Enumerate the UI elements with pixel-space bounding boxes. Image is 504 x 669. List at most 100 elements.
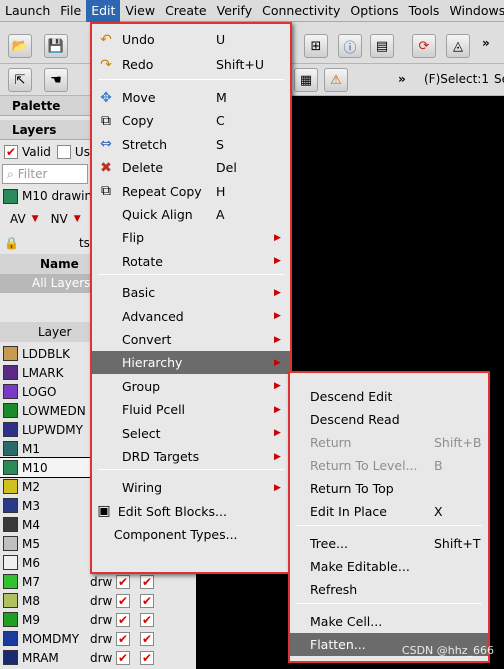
submenu-item-make-editable[interactable]: Make Editable... <box>290 555 488 578</box>
layer-swatch <box>3 555 18 570</box>
submenu-item-return[interactable]: Return Shift+B <box>290 431 488 454</box>
selectable-checkbox[interactable]: ✔ <box>140 612 154 627</box>
visible-checkbox[interactable]: ✔ <box>116 574 130 589</box>
menu-item-stretch[interactable]: ⇔ Stretch S <box>92 133 290 156</box>
submenu-item-return-to-top[interactable]: Return To Top <box>290 477 488 500</box>
toolbar-more-icon[interactable]: » <box>482 36 490 50</box>
menu-item-fluid-pcell[interactable]: Fluid Pcell ▶ <box>92 398 290 421</box>
menu-file[interactable]: File <box>55 0 86 22</box>
menu-item-quick-align[interactable]: Quick Align A <box>92 203 290 226</box>
menu-create[interactable]: Create <box>160 0 212 22</box>
layer-name: LDDBLK <box>22 346 70 361</box>
visible-checkbox[interactable]: ✔ <box>116 612 130 627</box>
layer-row[interactable]: MOMDMY drw ✔ ✔ <box>0 629 196 648</box>
selectable-checkbox[interactable]: ✔ <box>140 574 154 589</box>
lock-icon[interactable]: 🔒 <box>4 236 19 250</box>
nv-label[interactable]: NV <box>51 212 68 226</box>
selectable-checkbox[interactable]: ✔ <box>140 593 154 608</box>
menu-item-flip[interactable]: Flip ▶ <box>92 226 290 249</box>
submenu-item-make-cell[interactable]: Make Cell... <box>290 610 488 633</box>
menu-item-group[interactable]: Group ▶ <box>92 375 290 398</box>
layer-row[interactable]: M7 drw ✔ ✔ <box>0 572 196 591</box>
submenu-item-descend-read[interactable]: Descend Read <box>290 408 488 431</box>
menu-item-rotate[interactable]: Rotate ▶ <box>92 250 290 273</box>
nv-dropdown-icon[interactable]: ▼ <box>74 214 81 224</box>
visible-checkbox[interactable]: ✔ <box>116 650 130 665</box>
menu-item-label: Group <box>122 378 161 394</box>
menu-item-advanced[interactable]: Advanced ▶ <box>92 305 290 328</box>
layer-row[interactable]: MRAM drw ✔ ✔ <box>0 648 196 667</box>
submenu-arrow-icon: ▶ <box>274 357 281 368</box>
visible-checkbox[interactable]: ✔ <box>116 631 130 646</box>
layer-name: M2 <box>22 479 40 494</box>
av-dropdown-icon[interactable]: ▼ <box>32 214 39 224</box>
menu-item-select[interactable]: Select ▶ <box>92 422 290 445</box>
menu-item-drd-targets[interactable]: DRD Targets ▶ <box>92 445 290 468</box>
menu-tools[interactable]: Tools <box>404 0 445 22</box>
filter-input[interactable]: ⌕ Filter <box>2 164 88 184</box>
menu-separator <box>98 469 284 471</box>
menu-item-label: Redo <box>122 57 154 72</box>
menu-item-delete[interactable]: ✖ Delete Del <box>92 156 290 179</box>
menu-edit[interactable]: Edit <box>86 0 121 22</box>
hierarchy-submenu: Descend Edit Descend Read Return Shift+B… <box>288 371 490 663</box>
menu-item-label: DRD Targets <box>122 449 200 464</box>
menu-item-copy[interactable]: ⧉ Copy C <box>92 109 290 132</box>
hand-icon[interactable]: ☚ <box>44 68 68 92</box>
menu-item-label: Flip <box>122 230 145 246</box>
toolbar-more-icon[interactable]: » <box>398 72 406 86</box>
menu-item-undo[interactable]: ↶ Undo U <box>92 28 290 51</box>
layer-swatch <box>3 346 18 361</box>
open-icon[interactable]: 📂 <box>8 34 32 58</box>
av-label[interactable]: AV <box>10 212 26 226</box>
layer-row[interactable]: M9 drw ✔ ✔ <box>0 610 196 629</box>
property-icon[interactable]: ⊞ <box>304 34 328 58</box>
info-icon[interactable]: ⓘ <box>338 34 362 58</box>
warning-icon[interactable]: ⚠ <box>324 68 348 92</box>
delete-icon: ✖ <box>100 159 112 176</box>
layers-title: Layers <box>0 120 92 140</box>
edit-menu: ↶ Undo U ↷ Redo Shift+U ✥ Move M ⧉ Copy … <box>90 22 292 574</box>
menu-connectivity[interactable]: Connectivity <box>257 0 345 22</box>
ruler-icon[interactable]: ◬ <box>446 34 470 58</box>
selectable-checkbox[interactable]: ✔ <box>140 650 154 665</box>
menu-verify[interactable]: Verify <box>212 0 257 22</box>
menu-item-wiring[interactable]: Wiring ▶ <box>92 476 290 499</box>
menu-item-redo[interactable]: ↷ Redo Shift+U <box>92 53 290 76</box>
submenu-item-descend-edit[interactable]: Descend Edit <box>290 385 488 408</box>
used-checkbox[interactable] <box>56 145 71 159</box>
menu-options[interactable]: Options <box>345 0 403 22</box>
submenu-item-return-to-level[interactable]: Return To Level... B <box>290 454 488 477</box>
valid-checkbox[interactable]: ✔ <box>4 145 18 159</box>
menu-launch[interactable]: Launch <box>0 0 55 22</box>
menu-item-hierarchy[interactable]: Hierarchy ▶ <box>92 351 290 375</box>
layer-row[interactable]: M8 drw ✔ ✔ <box>0 591 196 610</box>
refresh-icon[interactable]: ⟳ <box>412 34 436 58</box>
visible-checkbox[interactable]: ✔ <box>116 593 130 608</box>
menu-item-convert[interactable]: Convert ▶ <box>92 328 290 351</box>
undo-icon: ↶ <box>100 31 112 48</box>
submenu-item-tree[interactable]: Tree... Shift+T <box>290 532 488 555</box>
submenu-item-label: Descend Edit <box>310 389 393 404</box>
layout-icon[interactable]: ▤ <box>370 34 394 58</box>
menu-windows[interactable]: Windows <box>444 0 504 22</box>
selectable-checkbox[interactable]: ✔ <box>140 631 154 646</box>
submenu-item-edit-in-place[interactable]: Edit In Place X <box>290 500 488 523</box>
select-pointer-icon[interactable]: ⇱ <box>8 68 32 92</box>
submenu-item-label: Return <box>310 435 352 450</box>
save-icon[interactable]: 💾 <box>44 34 68 58</box>
layer-name: M6 <box>22 555 40 570</box>
menu-item-move[interactable]: ✥ Move M <box>92 86 290 109</box>
drc-icon[interactable]: ▦ <box>294 68 318 92</box>
layer-name: M3 <box>22 498 40 513</box>
menu-item-repeat-copy[interactable]: ⧉ Repeat Copy H <box>92 180 290 203</box>
submenu-item-refresh[interactable]: Refresh <box>290 578 488 601</box>
menu-item-label: Select <box>122 425 161 441</box>
menu-item-basic[interactable]: Basic ▶ <box>92 281 290 304</box>
layer-name: LMARK <box>22 365 64 380</box>
menu-item-edit-soft-blocks[interactable]: ▣ Edit Soft Blocks... <box>92 500 290 523</box>
menu-item-component-types[interactable]: Component Types... <box>92 523 290 546</box>
submenu-item-label: Make Cell... <box>310 614 383 629</box>
menu-view[interactable]: View <box>120 0 160 22</box>
layer-name: M4 <box>22 517 40 532</box>
